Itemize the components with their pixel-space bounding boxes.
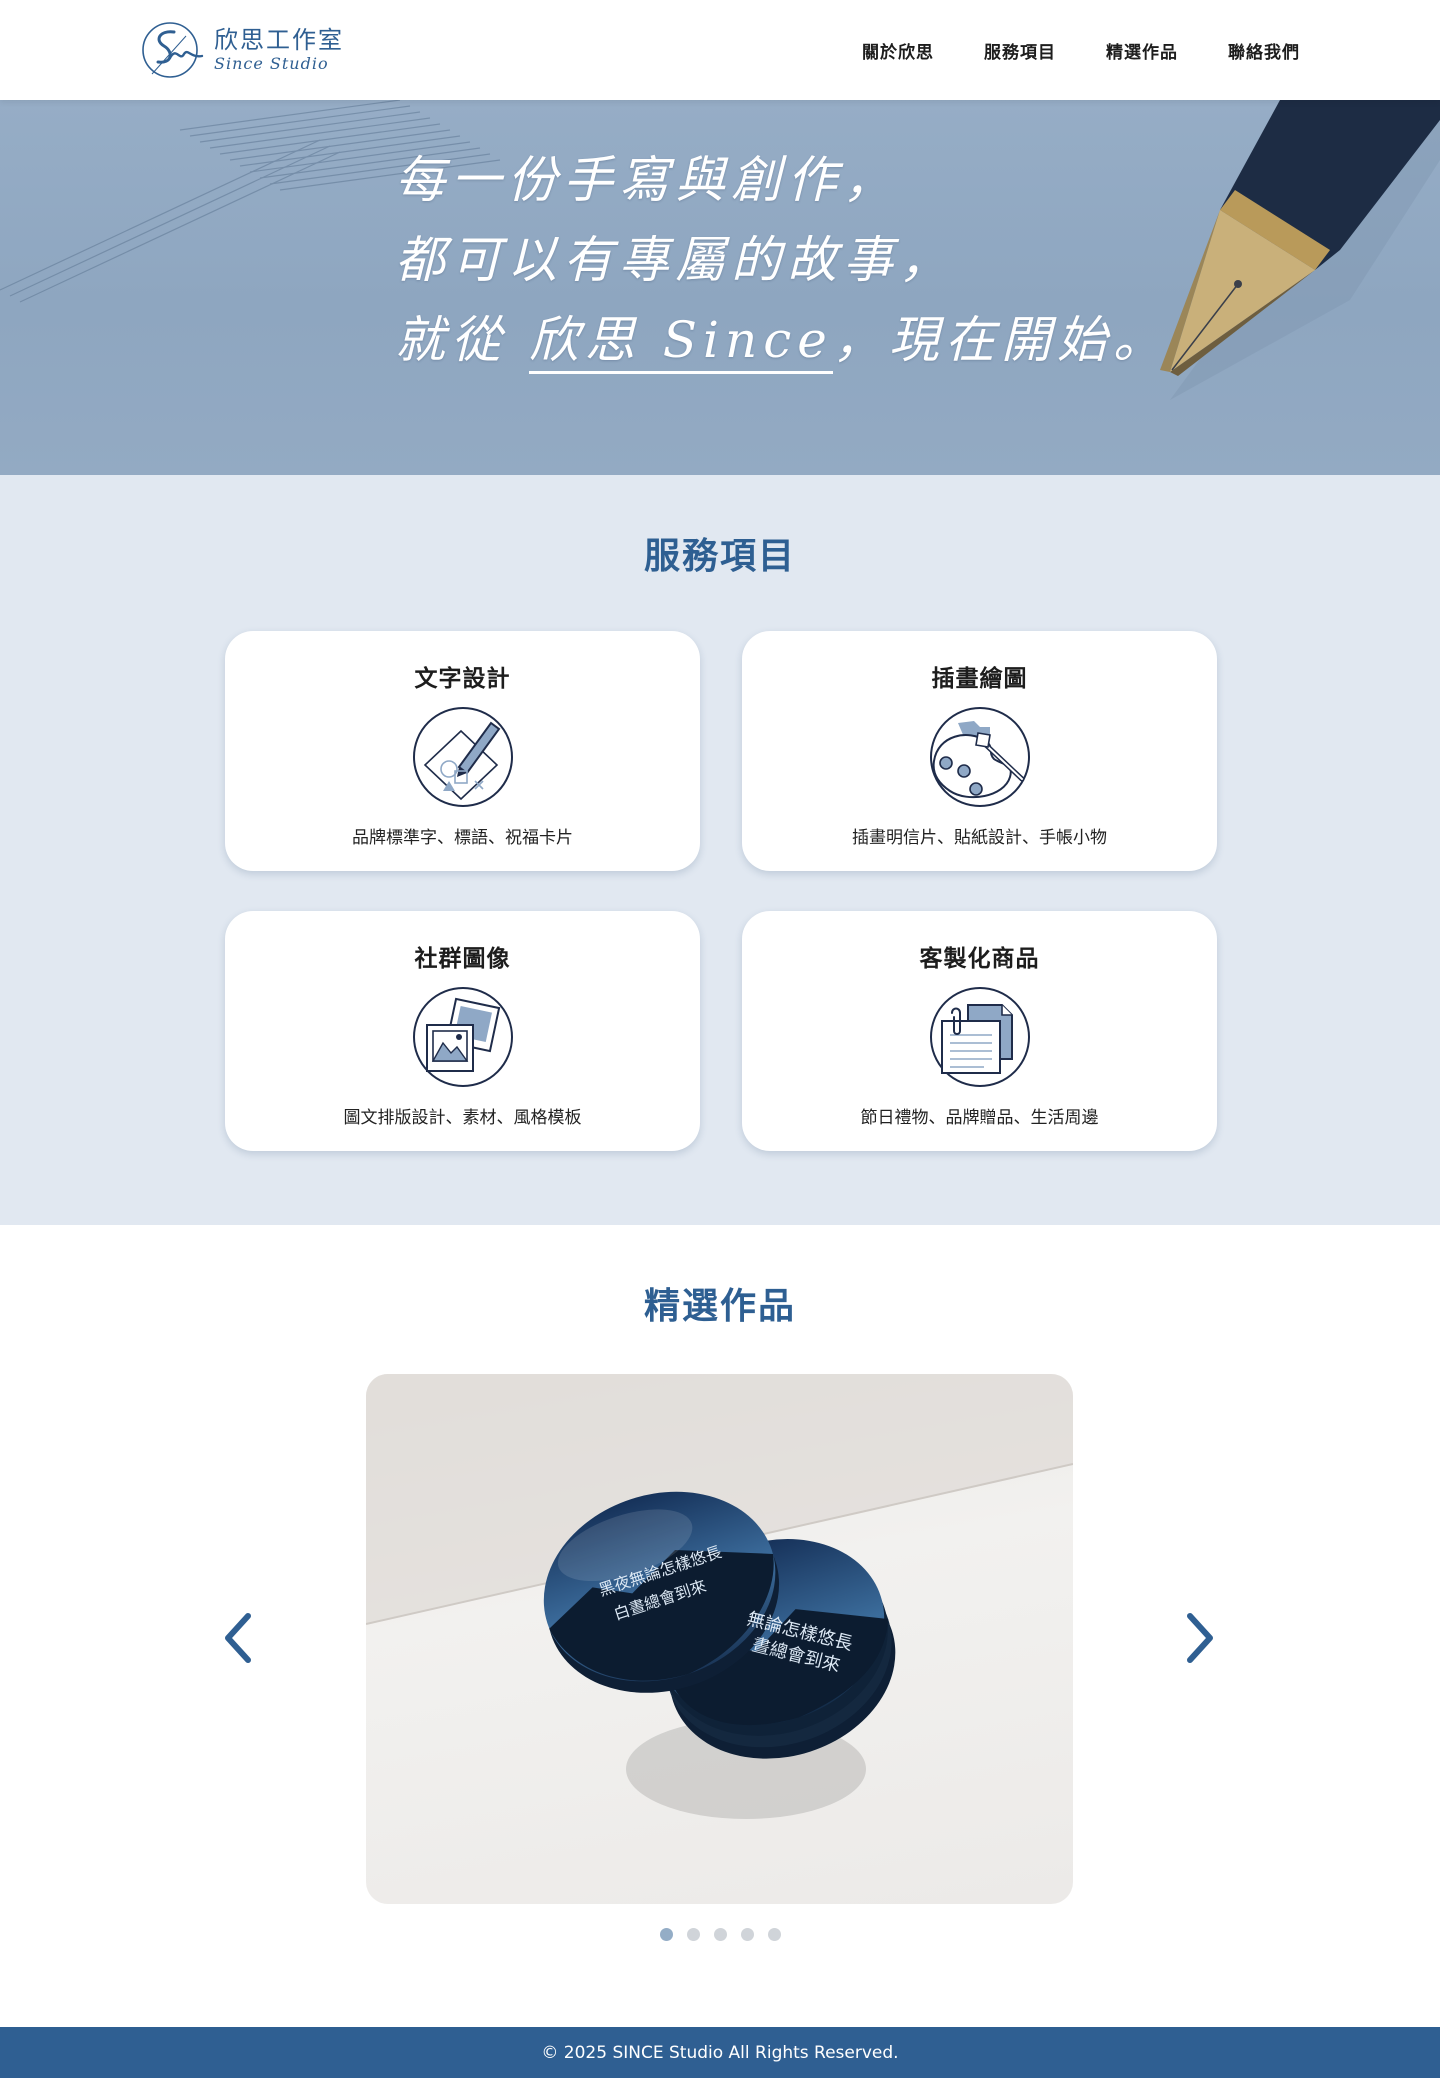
works-title: 精選作品 <box>643 1286 796 1327</box>
nav-item-about[interactable]: 關於欣思 <box>862 38 934 63</box>
nav-item-services[interactable]: 服務項目 <box>984 38 1056 63</box>
hero-brand-name: 欣思 Since <box>528 311 833 374</box>
carousel-dot-3[interactable] <box>713 1928 727 1941</box>
nav-item-contact[interactable]: 聯絡我們 <box>1228 38 1300 63</box>
site-logo[interactable]: 欣思工作室 Since Studio <box>140 18 360 82</box>
pen-shapes-icon <box>412 707 513 807</box>
carousel-slide[interactable]: 黑夜無論怎樣悠長 白晝總會到來 無論怎樣悠長 晝總會到來 <box>366 1374 1073 1904</box>
footer-copyright: © 2025 SINCE Studio All Rights Reserved. <box>541 2042 899 2063</box>
service-card-custom-goods[interactable]: 客製化商品 節日禮物、品牌贈品、生活周邊 <box>742 911 1217 1151</box>
logo-text: 欣思工作室 Since Studio <box>214 26 344 74</box>
service-card-desc: 插畫明信片、貼紙設計、手帳小物 <box>852 828 1107 848</box>
service-card-title: 文字設計 <box>414 666 511 692</box>
carousel-dot-1[interactable] <box>659 1928 673 1941</box>
site-header: 欣思工作室 Since Studio 關於欣思 服務項目 精選作品 聯絡我們 <box>0 0 1440 100</box>
service-card-title: 社群圖像 <box>414 946 511 972</box>
photo-frames-icon <box>412 987 513 1087</box>
hero-line-3-suffix: ，現在開始。 <box>832 311 1169 369</box>
hero-slogan: 每一份手寫與創作， 都可以有專屬的故事， 就從 欣思 Since，現在開始。 <box>395 140 1169 380</box>
services-section: 服務項目 文字設計 品牌標準字、標語、祝福卡片 插畫繪圖 插畫明信片、貼紙設計、… <box>0 475 1440 1225</box>
logo-monogram-icon <box>142 22 204 78</box>
hero-line-3: 就從 欣思 Since，現在開始。 <box>395 300 1169 380</box>
main-nav: 關於欣思 服務項目 精選作品 聯絡我們 <box>862 0 1300 100</box>
nav-item-works[interactable]: 精選作品 <box>1106 38 1178 63</box>
logo-name-en: Since Studio <box>214 54 329 73</box>
services-grid: 文字設計 品牌標準字、標語、祝福卡片 插畫繪圖 插畫明信片、貼紙設計、手帳小物 … <box>225 631 1217 1151</box>
documents-icon <box>929 987 1030 1087</box>
service-card-title: 插畫繪圖 <box>931 666 1028 692</box>
coaster-product-photo: 黑夜無論怎樣悠長 白晝總會到來 無論怎樣悠長 晝總會到來 <box>366 1374 1073 1819</box>
hero-line-3-prefix: 就從 <box>395 311 507 369</box>
hero-banner: 每一份手寫與創作， 都可以有專屬的故事， 就從 欣思 Since，現在開始。 <box>0 100 1440 475</box>
service-card-social[interactable]: 社群圖像 圖文排版設計、素材、風格模板 <box>225 911 700 1151</box>
service-card-illustration[interactable]: 插畫繪圖 插畫明信片、貼紙設計、手帳小物 <box>742 631 1217 871</box>
service-card-title: 客製化商品 <box>919 946 1040 972</box>
hero-line-2: 都可以有專屬的故事， <box>395 231 955 289</box>
service-card-typography[interactable]: 文字設計 品牌標準字、標語、祝福卡片 <box>225 631 700 871</box>
carousel-dot-5[interactable] <box>767 1928 781 1941</box>
carousel-next-arrow-icon[interactable] <box>1180 1608 1220 1668</box>
carousel-prev-arrow-icon[interactable] <box>218 1608 258 1668</box>
logo-name-cn: 欣思工作室 <box>214 26 344 54</box>
carousel-dot-2[interactable] <box>686 1928 700 1941</box>
hero-line-1: 每一份手寫與創作， <box>395 151 899 209</box>
palette-brush-icon <box>929 707 1030 807</box>
site-footer: © 2025 SINCE Studio All Rights Reserved. <box>0 2027 1440 2078</box>
service-card-desc: 圖文排版設計、素材、風格模板 <box>343 1108 582 1128</box>
carousel-dot-4[interactable] <box>740 1928 754 1941</box>
service-card-desc: 節日禮物、品牌贈品、生活周邊 <box>860 1108 1099 1128</box>
services-title: 服務項目 <box>643 536 796 577</box>
service-card-desc: 品牌標準字、標語、祝福卡片 <box>352 828 573 848</box>
carousel-dots <box>0 1928 1440 1941</box>
works-section: 精選作品 黑夜無論怎樣悠長 白晝總會到來 無論怎樣悠長 晝總會到來 <box>0 1225 1440 2027</box>
